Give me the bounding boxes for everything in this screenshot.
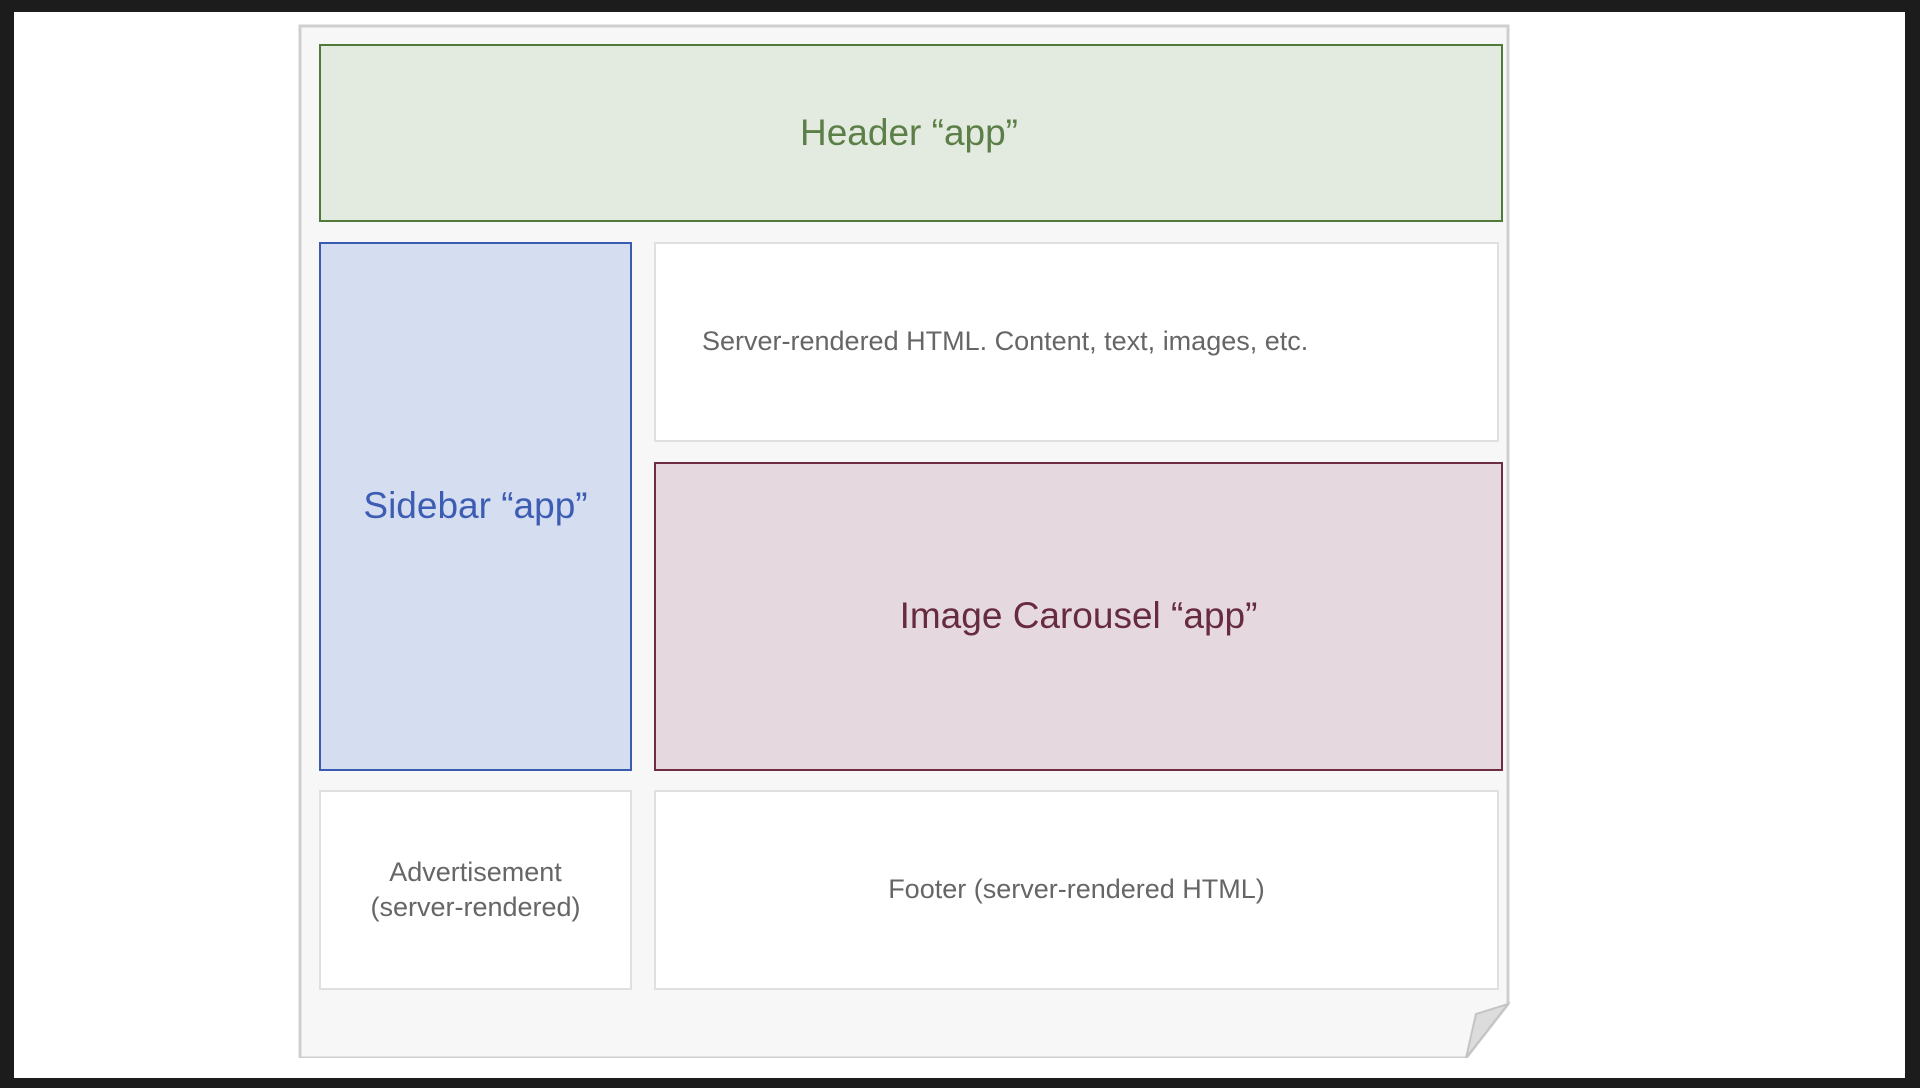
sidebar-app-label: Sidebar “app”: [363, 485, 588, 527]
server-rendered-content-label: Server-rendered HTML. Content, text, ima…: [702, 326, 1309, 357]
image-carousel-app-box: Image Carousel “app”: [654, 462, 1503, 771]
advertisement-box: Advertisement (server-rendered): [319, 790, 632, 990]
footer-label: Footer (server-rendered HTML): [888, 874, 1265, 905]
server-rendered-content-box: Server-rendered HTML. Content, text, ima…: [654, 242, 1499, 442]
advertisement-sublabel: (server-rendered): [370, 892, 581, 922]
footer-box: Footer (server-rendered HTML): [654, 790, 1499, 990]
header-app-label: Header “app”: [799, 111, 1018, 153]
image-carousel-app-label: Image Carousel “app”: [899, 595, 1258, 637]
advertisement-label: Advertisement: [389, 856, 562, 887]
header-app-box: Header “app”: [319, 44, 1503, 222]
sidebar-app-box: Sidebar “app”: [319, 242, 632, 771]
